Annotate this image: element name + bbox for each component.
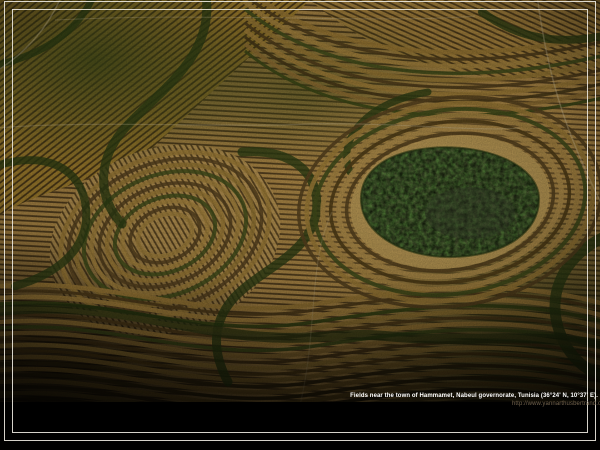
aerial-photo-image bbox=[0, 0, 600, 402]
photo-credit-url: http://www.yannarthusbertrand.org bbox=[512, 401, 600, 407]
wallpaper: Fields near the town of Hammamet, Nabeul… bbox=[0, 0, 600, 450]
photo-caption: Fields near the town of Hammamet, Nabeul… bbox=[350, 393, 598, 399]
aerial-photo-svg bbox=[0, 0, 600, 402]
